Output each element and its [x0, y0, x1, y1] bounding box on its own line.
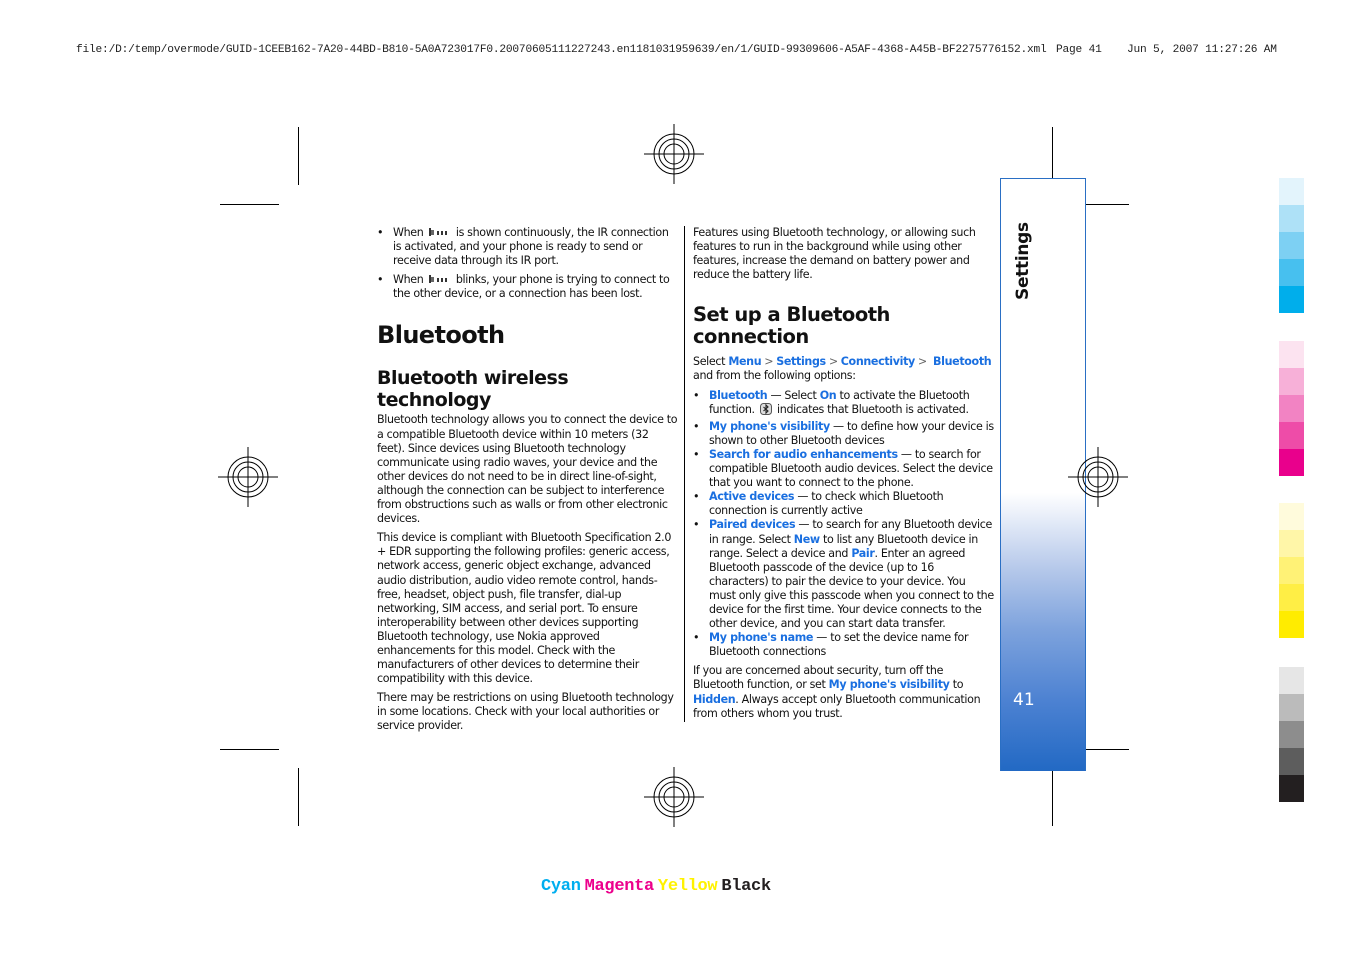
registration-mark-icon	[644, 767, 704, 827]
intro-paragraph: Features using Bluetooth technology, or …	[693, 226, 976, 282]
column-divider	[684, 226, 685, 722]
crop-mark	[1052, 768, 1053, 826]
ir-bullet: When is shown continuously, the IR conne…	[377, 226, 679, 268]
registration-mark-icon	[644, 124, 704, 184]
chevron-right-icon: >	[917, 355, 927, 369]
crop-mark	[220, 749, 279, 750]
security-note: If you are concerned about security, tur…	[693, 664, 981, 720]
cmyk-label-cyan: Cyan	[541, 877, 581, 896]
option-item: Bluetooth — Select On to activate the Bl…	[693, 389, 995, 417]
color-swatch-yellow	[1279, 557, 1304, 584]
color-swatch-yellow	[1279, 530, 1304, 557]
registration-mark-icon	[218, 447, 278, 507]
cmyk-label-black: Black	[721, 877, 771, 896]
option-item: Paired devices — to search for any Bluet…	[693, 518, 995, 631]
subsection-title: Bluetooth wireless technology	[377, 367, 569, 412]
crop-mark	[298, 127, 299, 185]
print-page-label: Page 41	[1056, 44, 1102, 56]
color-swatch-black	[1279, 694, 1304, 721]
cmyk-label-magenta: Magenta	[584, 877, 655, 896]
print-timestamp: Jun 5, 2007 11:27:26 AM	[1127, 44, 1277, 56]
color-swatch-black	[1279, 775, 1304, 802]
color-swatch-cyan	[1279, 205, 1304, 232]
page-number: 41	[1013, 690, 1035, 710]
right-column: Features using Bluetooth technology, or …	[693, 226, 995, 721]
registration-mark-icon	[1068, 447, 1128, 507]
color-swatch-magenta	[1279, 449, 1304, 476]
color-swatch-cyan	[1279, 259, 1304, 286]
ir-port-icon	[428, 228, 447, 236]
chapter-tab-title: Settings	[1013, 222, 1033, 300]
option-item: My phone's name — to set the device name…	[693, 631, 995, 659]
color-swatch-yellow	[1279, 584, 1304, 611]
subsection-title: Set up a Bluetooth connection	[693, 303, 890, 349]
color-swatch-magenta	[1279, 422, 1304, 449]
color-swatch-cyan	[1279, 178, 1304, 205]
color-swatch-black	[1279, 667, 1304, 694]
left-column: When is shown continuously, the IR conne…	[377, 226, 679, 734]
section-title: Bluetooth	[377, 321, 505, 350]
bluetooth-icon	[759, 402, 772, 415]
print-file-path: file:/D:/temp/overmode/GUID-1CEEB162-7A2…	[76, 44, 1047, 56]
option-item: Active devices — to check which Bluetoot…	[693, 490, 995, 518]
body-paragraph: There may be restrictions on using Bluet…	[377, 691, 674, 733]
option-item: Search for audio enhancements — to searc…	[693, 448, 995, 490]
crop-mark	[220, 204, 279, 205]
nav-step-settings: Settings	[776, 355, 826, 369]
color-swatch-yellow	[1279, 503, 1304, 530]
color-swatch-cyan	[1279, 232, 1304, 259]
ir-bullet: When blinks, your phone is trying to con…	[377, 273, 679, 301]
color-swatch-cyan	[1279, 286, 1304, 313]
crop-mark	[1052, 127, 1053, 185]
nav-step-menu: Menu	[728, 355, 762, 369]
nav-step-bluetooth: Bluetooth	[933, 355, 992, 369]
color-swatch-yellow	[1279, 611, 1304, 638]
chevron-right-icon: >	[764, 355, 774, 369]
body-paragraph: This device is compliant with Bluetooth …	[377, 531, 672, 686]
color-swatch-black	[1279, 721, 1304, 748]
color-swatch-magenta	[1279, 368, 1304, 395]
color-swatch-black	[1279, 748, 1304, 775]
chevron-right-icon: >	[828, 355, 838, 369]
color-swatch-magenta	[1279, 395, 1304, 422]
cmyk-labels: Cyan Magenta Yellow Black	[541, 877, 775, 896]
ir-port-icon	[428, 275, 447, 284]
nav-step-connectivity: Connectivity	[840, 355, 915, 369]
body-paragraph: Bluetooth technology allows you to conne…	[377, 413, 678, 526]
crop-mark	[298, 768, 299, 826]
cmyk-label-yellow: Yellow	[657, 877, 718, 896]
option-item: My phone's visibility — to define how yo…	[693, 420, 995, 448]
color-swatch-magenta	[1279, 341, 1304, 368]
nav-path: Select Menu > Settings > Connectivity > Bluet…	[693, 355, 992, 383]
